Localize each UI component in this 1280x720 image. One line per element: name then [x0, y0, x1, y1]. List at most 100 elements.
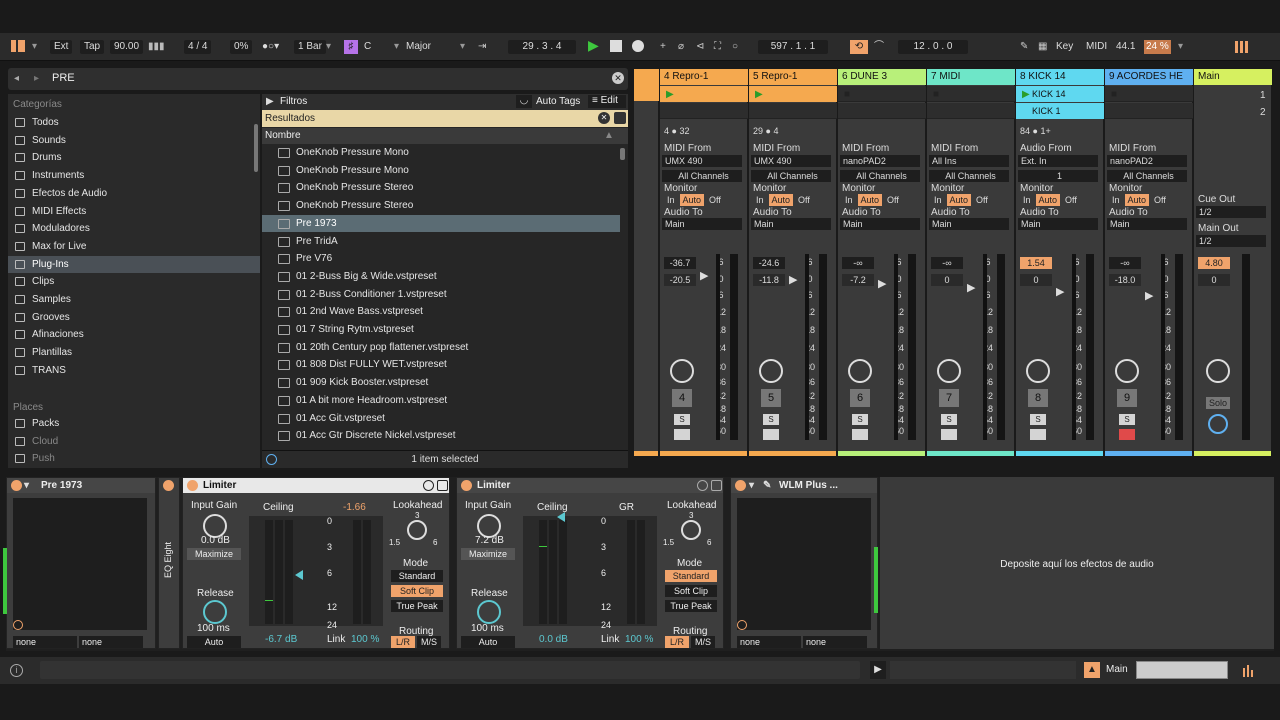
monitor-off-button[interactable]: Off: [973, 194, 991, 206]
list-item[interactable]: Pre TridA: [262, 233, 620, 251]
plugin-window-area[interactable]: [737, 498, 871, 630]
sidebar-item-todos[interactable]: Todos: [8, 114, 260, 131]
monitor-off-button[interactable]: Off: [884, 194, 902, 206]
arm-button[interactable]: [763, 429, 779, 440]
clip-launch-icon[interactable]: ■: [933, 89, 939, 100]
pan-knob[interactable]: [670, 359, 694, 383]
volume-fader[interactable]: [1072, 254, 1076, 440]
clip-slot[interactable]: [1105, 103, 1193, 119]
ceiling-value[interactable]: -6.7 dB: [265, 634, 297, 645]
pan-knob[interactable]: [1115, 359, 1139, 383]
auto-tags-icon[interactable]: ◡: [516, 95, 532, 108]
edit-button[interactable]: ≡ Edit: [588, 95, 626, 108]
routing-lr-button[interactable]: L/R: [665, 636, 689, 648]
track-activator-button[interactable]: 5: [761, 389, 781, 407]
monitor-off-button[interactable]: Off: [1151, 194, 1169, 206]
input-channel-select[interactable]: All Channels: [751, 170, 831, 182]
lookahead-knob[interactable]: [407, 520, 427, 540]
ceiling-handle[interactable]: [295, 570, 303, 580]
volume-handle-icon[interactable]: ▶: [700, 269, 708, 282]
list-item[interactable]: 01 A bit more Headroom.vstpreset: [262, 392, 620, 410]
output-select[interactable]: Main: [1018, 218, 1098, 230]
input-source-select[interactable]: nanoPAD2: [1107, 155, 1187, 167]
volume-fader[interactable]: [1161, 254, 1165, 440]
routing-ms-button[interactable]: M/S: [417, 636, 441, 648]
output-select[interactable]: Main: [929, 218, 1009, 230]
tempo-field[interactable]: 90.00: [110, 40, 144, 54]
scene-number[interactable]: 1: [1260, 90, 1266, 101]
sidebar-item-trans[interactable]: TRANS: [8, 362, 260, 379]
volume-handle-icon[interactable]: ▶: [878, 277, 886, 290]
monitor-switch[interactable]: In Auto Off: [664, 194, 726, 206]
clip-slot[interactable]: [634, 85, 659, 101]
volume-fader[interactable]: [805, 254, 809, 440]
solo-button[interactable]: S: [674, 414, 690, 425]
plugin-window-area[interactable]: [13, 498, 147, 630]
key-map-button[interactable]: Key: [1056, 40, 1073, 54]
monitor-in-button[interactable]: In: [931, 194, 945, 206]
sidebar-scrollbar[interactable]: [254, 124, 258, 172]
monitor-in-button[interactable]: In: [842, 194, 856, 206]
cue-volume-knob[interactable]: [1208, 414, 1228, 434]
info-icon[interactable]: i: [10, 664, 23, 677]
close-results-icon[interactable]: ✕: [598, 112, 610, 124]
list-item[interactable]: OneKnob Pressure Stereo: [262, 179, 620, 197]
cue-out-select[interactable]: 1/2: [1196, 206, 1266, 218]
sidebar-item-midi-effects[interactable]: MIDI Effects: [8, 203, 260, 220]
metronome-bars-icon[interactable]: ▮▮▮: [148, 40, 165, 54]
track-title[interactable]: 4 Repro-1: [660, 69, 748, 85]
list-item[interactable]: 01 2-Buss Conditioner 1.vstpreset: [262, 286, 620, 304]
save-preset-icon[interactable]: [711, 480, 722, 491]
pan-knob[interactable]: [759, 359, 783, 383]
output-select[interactable]: Main: [662, 218, 742, 230]
plugin-power-icon[interactable]: [737, 620, 747, 630]
chevron-down-icon[interactable]: ▾: [749, 478, 754, 493]
sidebar-item-max-for-live[interactable]: Max for Live: [8, 238, 260, 255]
input-source-select[interactable]: UMX 490: [751, 155, 831, 167]
sidebar-item-drums[interactable]: Drums: [8, 149, 260, 166]
lookahead-knob[interactable]: [681, 520, 701, 540]
mixer-view-icon[interactable]: [1234, 40, 1250, 54]
quantize-menu[interactable]: 1 Bar: [294, 40, 326, 54]
clip-launch-icon[interactable]: ■: [1111, 89, 1117, 100]
track-icon[interactable]: ▲: [1084, 662, 1100, 678]
list-item[interactable]: 01 2nd Wave Bass.vstpreset: [262, 303, 620, 321]
overdub-icon[interactable]: +: [660, 40, 666, 54]
output-select[interactable]: Main: [751, 218, 831, 230]
input-channel-select[interactable]: All Channels: [662, 170, 742, 182]
filters-label[interactable]: Filtros: [280, 96, 307, 107]
link-value[interactable]: 100 %: [351, 634, 379, 645]
input-source-select[interactable]: nanoPAD2: [840, 155, 920, 167]
monitor-auto-button[interactable]: Auto: [1035, 194, 1061, 206]
clip-launch-icon[interactable]: ▶: [1022, 89, 1030, 100]
track-title[interactable]: 5 Repro-1: [749, 69, 837, 85]
sidebar-item-sounds[interactable]: Sounds: [8, 132, 260, 149]
power-icon[interactable]: [163, 480, 174, 491]
maximize-button[interactable]: Maximize: [187, 548, 241, 560]
monitor-switch[interactable]: In Auto Off: [753, 194, 815, 206]
maximize-button[interactable]: Maximize: [461, 548, 515, 560]
auto-release-button[interactable]: Auto: [187, 636, 241, 648]
param-select-1[interactable]: none: [737, 636, 801, 648]
list-item[interactable]: 01 2-Buss Big & Wide.vstpreset: [262, 268, 620, 286]
overview-thumbnail[interactable]: [1136, 661, 1228, 679]
punch-icon[interactable]: ⌒: [874, 40, 884, 54]
volume-field[interactable]: -24.6: [753, 257, 785, 269]
track-title[interactable]: 9 ACORDES HE: [1105, 69, 1193, 85]
monitor-switch[interactable]: In Auto Off: [931, 194, 993, 206]
ceiling-display[interactable]: 0 3 6 12 24: [249, 516, 383, 630]
list-item[interactable]: OneKnob Pressure Mono: [262, 162, 620, 180]
clip-slot[interactable]: KICK 1: [1016, 103, 1104, 119]
volume-field[interactable]: -∞: [931, 257, 963, 269]
monitor-in-button[interactable]: In: [753, 194, 767, 206]
param-select-1[interactable]: none: [13, 636, 77, 648]
plugin-power-icon[interactable]: [13, 620, 23, 630]
arm-button[interactable]: [1030, 429, 1046, 440]
plugin-edit-icon[interactable]: ✎: [763, 478, 771, 493]
clip-slot[interactable]: [927, 103, 1015, 119]
ceiling-handle[interactable]: [557, 512, 565, 522]
track-activator-button[interactable]: 6: [850, 389, 870, 407]
mode-truepeak-button[interactable]: True Peak: [391, 600, 443, 612]
monitor-in-button[interactable]: In: [1109, 194, 1123, 206]
capture-icon[interactable]: ⛶: [714, 40, 721, 54]
